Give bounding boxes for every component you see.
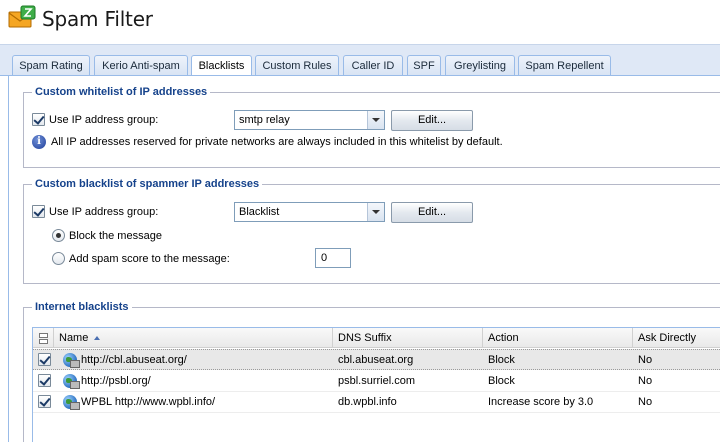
add-score-radio[interactable] bbox=[52, 252, 65, 265]
row-action: Increase score by 3.0 bbox=[488, 396, 594, 408]
row-enabled-checkbox[interactable] bbox=[38, 374, 51, 387]
checkbox-header-icon bbox=[39, 333, 48, 344]
whitelist-use-group-checkbox[interactable] bbox=[32, 113, 45, 126]
tab-bar: Spam Rating Kerio Anti-spam Blacklists C… bbox=[0, 44, 720, 78]
grid-header: Name DNS Suffix Action Ask Directly bbox=[33, 328, 720, 348]
globe-icon bbox=[63, 395, 80, 410]
whitelist-info-row: i All IP addresses reserved for private … bbox=[32, 135, 503, 149]
column-header-dns[interactable]: DNS Suffix bbox=[333, 328, 483, 348]
internet-blacklists-grid: Name DNS Suffix Action Ask Directly http… bbox=[32, 327, 720, 442]
tab-greylisting[interactable]: Greylisting bbox=[445, 55, 515, 77]
row-action: Block bbox=[488, 354, 515, 366]
window-header: Spam Filter bbox=[0, 0, 720, 44]
chevron-down-icon[interactable] bbox=[367, 203, 384, 221]
row-name: http://psbl.org/ bbox=[81, 375, 151, 387]
row-ask: No bbox=[638, 354, 653, 366]
info-icon: i bbox=[32, 135, 46, 149]
envelope-spam-icon bbox=[8, 5, 36, 28]
blacklist-group-value: Blacklist bbox=[239, 206, 280, 218]
blacklist-use-group-label: Use IP address group: bbox=[49, 205, 159, 218]
blacklist-use-group-row: Use IP address group: bbox=[32, 205, 158, 218]
table-row[interactable]: WPBL http://www.wpbl.info/ db.wpbl.info … bbox=[33, 392, 720, 413]
row-enabled-checkbox[interactable] bbox=[38, 353, 51, 366]
table-row[interactable]: http://psbl.org/ psbl.surriel.com Block … bbox=[33, 371, 720, 392]
tab-spam-repellent[interactable]: Spam Repellent bbox=[518, 55, 611, 77]
tab-caller-id[interactable]: Caller ID bbox=[343, 55, 403, 77]
whitelist-legend: Custom whitelist of IP addresses bbox=[35, 86, 208, 98]
whitelist-use-group-row: Use IP address group: bbox=[32, 113, 158, 126]
blacklist-use-group-checkbox[interactable] bbox=[32, 205, 45, 218]
table-row[interactable]: http://cbl.abuseat.org/ cbl.abuseat.org … bbox=[33, 349, 720, 370]
blacklist-edit-button[interactable]: Edit... bbox=[391, 202, 473, 223]
row-name: http://cbl.abuseat.org/ bbox=[81, 354, 187, 366]
chevron-down-icon[interactable] bbox=[367, 111, 384, 129]
blacklist-group-select[interactable]: Blacklist bbox=[234, 202, 385, 222]
whitelist-edit-button[interactable]: Edit... bbox=[391, 110, 473, 131]
column-header-ask[interactable]: Ask Directly bbox=[633, 328, 720, 348]
row-dns: psbl.surriel.com bbox=[338, 375, 416, 387]
whitelist-info-text: All IP addresses reserved for private ne… bbox=[51, 136, 503, 148]
column-header-action[interactable]: Action bbox=[483, 328, 633, 348]
row-action: Block bbox=[488, 375, 515, 387]
tab-kerio-anti-spam[interactable]: Kerio Anti-spam bbox=[94, 55, 188, 77]
row-dns: db.wpbl.info bbox=[338, 396, 397, 408]
column-header-name[interactable]: Name bbox=[54, 328, 333, 348]
column-name-label: Name bbox=[59, 332, 89, 344]
add-score-row: Add spam score to the message: bbox=[52, 252, 230, 265]
row-ask: No bbox=[638, 375, 653, 387]
whitelist-group-value: smtp relay bbox=[239, 114, 290, 126]
globe-icon bbox=[63, 353, 80, 368]
globe-icon bbox=[63, 374, 80, 389]
spam-score-input[interactable]: 0 bbox=[315, 248, 351, 268]
blacklist-legend: Custom blacklist of spammer IP addresses bbox=[35, 178, 260, 190]
row-name: WPBL http://www.wpbl.info/ bbox=[81, 396, 216, 408]
select-all-column[interactable] bbox=[33, 328, 54, 348]
sort-ascending-icon bbox=[94, 336, 101, 341]
block-message-row: Block the message bbox=[52, 229, 162, 242]
block-message-label: Block the message bbox=[69, 229, 162, 242]
internet-blacklists-legend: Internet blacklists bbox=[35, 301, 129, 313]
whitelist-group-select[interactable]: smtp relay bbox=[234, 110, 385, 130]
tab-custom-rules[interactable]: Custom Rules bbox=[255, 55, 339, 77]
whitelist-use-group-label: Use IP address group: bbox=[49, 113, 159, 126]
tab-spf[interactable]: SPF bbox=[407, 55, 441, 77]
block-message-radio[interactable] bbox=[52, 229, 65, 242]
page-title: Spam Filter bbox=[42, 7, 153, 31]
tab-spam-rating[interactable]: Spam Rating bbox=[12, 55, 90, 77]
add-score-label: Add spam score to the message: bbox=[69, 252, 230, 265]
row-ask: No bbox=[638, 396, 653, 408]
row-dns: cbl.abuseat.org bbox=[338, 354, 414, 366]
row-enabled-checkbox[interactable] bbox=[38, 395, 51, 408]
